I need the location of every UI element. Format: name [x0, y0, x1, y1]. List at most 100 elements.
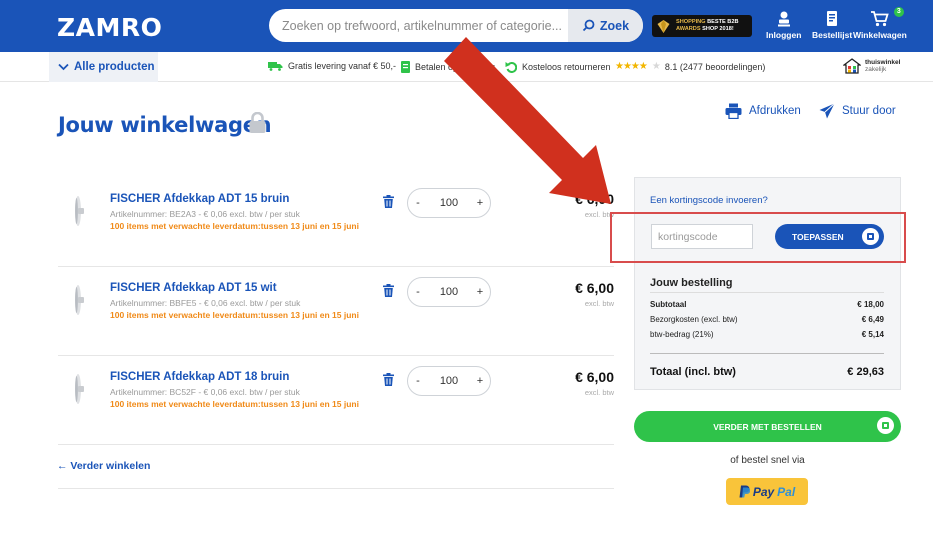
- product-image[interactable]: [58, 188, 98, 234]
- checkout-button[interactable]: VERDER MET BESTELLEN: [634, 411, 901, 442]
- truck-icon: [268, 62, 283, 71]
- usp-invoice-text: Betalen op rekening: [415, 62, 496, 72]
- product-image[interactable]: [58, 277, 98, 323]
- quantity-input[interactable]: [428, 286, 470, 298]
- thuiswinkel-house-icon: [843, 58, 861, 74]
- product-name-link[interactable]: FISCHER Afdekkap ADT 15 bruin: [110, 193, 289, 205]
- checkout-label: VERDER MET BESTELLEN: [713, 421, 822, 432]
- login-label: Inloggen: [766, 30, 802, 40]
- trash-icon[interactable]: [383, 195, 394, 208]
- total-row: Totaal (incl. btw) € 29,63: [650, 366, 884, 378]
- product-article-number: Artikelnummer: BE2A3 - € 0,06 excl. btw …: [110, 209, 300, 219]
- paypal-pal-text: Pal: [777, 484, 796, 499]
- cart-row: FISCHER Afdekkap ADT 15 wit Artikelnumme…: [58, 267, 614, 356]
- coupon-code-link[interactable]: Een kortingscode invoeren?: [650, 195, 768, 206]
- quantity-increase-button[interactable]: +: [470, 286, 490, 298]
- vat-label: btw-bedrag (21%): [650, 330, 714, 339]
- rating-text: 8.1 (2477 beoordelingen): [664, 61, 766, 72]
- usp-free-delivery-text: Gratis levering vanaf € 50,-: [288, 61, 397, 71]
- cart-row: FISCHER Afdekkap ADT 15 bruin Artikelnum…: [58, 178, 614, 267]
- product-delivery-note: 100 items met verwachte leverdatum:tusse…: [110, 310, 359, 320]
- trash-icon[interactable]: [383, 373, 394, 386]
- shopping-awards-badge: SHOPPING BESTE B2B AWARDS SHOP 2018!: [652, 15, 752, 37]
- cart-row: FISCHER Afdekkap ADT 18 bruin Artikelnum…: [58, 356, 614, 445]
- order-summary-title: Jouw bestelling: [650, 277, 733, 289]
- quantity-stepper: - +: [407, 277, 491, 307]
- print-button[interactable]: Afdrukken: [725, 103, 801, 119]
- award-shopping-text: SHOPPING: [676, 19, 706, 25]
- quantity-increase-button[interactable]: +: [470, 375, 490, 387]
- product-price-note: excl. btw: [584, 388, 614, 397]
- site-header: ZAMRO Zoek SHOPPING BESTE B2B AWARDS SHO…: [0, 0, 933, 52]
- usp-invoice: Betalen op rekening: [401, 61, 495, 73]
- search-button[interactable]: Zoek: [568, 9, 643, 42]
- send-label: Stuur door: [842, 105, 896, 117]
- thuiswinkel-sub-text: zakelijk: [865, 66, 887, 73]
- product-delivery-note: 100 items met verwachte leverdatum:tusse…: [110, 399, 359, 409]
- shipping-value: € 6,49: [861, 315, 884, 324]
- award-awards-text: AWARDS: [676, 26, 701, 32]
- product-name-link[interactable]: FISCHER Afdekkap ADT 18 bruin: [110, 371, 289, 383]
- paypal-icon: [739, 485, 750, 498]
- paypal-pay-text: Pay: [752, 484, 775, 499]
- quantity-decrease-button[interactable]: -: [408, 375, 428, 387]
- lock-icon: [249, 112, 266, 133]
- diamond-icon: [657, 19, 670, 33]
- order-list-link[interactable]: Bestellijst: [812, 10, 852, 40]
- cart-link[interactable]: 3 Winkelwagen: [853, 7, 907, 40]
- rating: ★★★★ ★ 8.1 (2477 beoordelingen): [615, 61, 765, 72]
- search-input[interactable]: [269, 9, 567, 42]
- thuiswinkel-text: thuiswinkel: [865, 59, 901, 66]
- continue-shopping-link[interactable]: ← Verder winkelen: [57, 460, 150, 472]
- subtotal-row: Subtotaal € 18,00: [650, 300, 884, 309]
- vat-row: btw-bedrag (21%) € 5,14: [650, 330, 884, 339]
- product-price: € 6,00: [575, 280, 614, 296]
- cart-count-badge: 3: [893, 7, 904, 17]
- user-icon: [777, 11, 790, 27]
- product-article-number: Artikelnummer: BC52F - € 0,06 excl. btw …: [110, 387, 300, 397]
- cover-cap-icon: [75, 374, 84, 404]
- product-price-note: excl. btw: [584, 299, 614, 308]
- login-link[interactable]: Inloggen: [766, 10, 801, 40]
- send-button[interactable]: Stuur door: [819, 103, 896, 119]
- cover-cap-icon: [75, 196, 84, 226]
- thuiswinkel-badge: thuiswinkel zakelijk: [843, 58, 900, 74]
- usp-bar: Alle producten Gratis levering vanaf € 5…: [0, 52, 933, 82]
- trash-icon[interactable]: [383, 284, 394, 297]
- chevron-down-icon: [58, 63, 69, 71]
- page-title: Jouw winkelwagen: [58, 113, 272, 137]
- product-article-number: Artikelnummer: BBFE5 - € 0,06 excl. btw …: [110, 298, 301, 308]
- cover-cap-icon: [75, 285, 84, 315]
- all-products-menu[interactable]: Alle producten: [49, 52, 158, 82]
- usp-returns: Kosteloos retourneren: [505, 61, 611, 73]
- product-delivery-note: 100 items met verwachte leverdatum:tusse…: [110, 221, 359, 231]
- product-image[interactable]: [58, 366, 98, 412]
- quantity-decrease-button[interactable]: -: [408, 197, 428, 209]
- product-name-link[interactable]: FISCHER Afdekkap ADT 15 wit: [110, 282, 277, 294]
- search-bar: Zoek: [269, 9, 643, 42]
- quantity-stepper: - +: [407, 188, 491, 218]
- award-best-text: BESTE B2B: [707, 19, 739, 25]
- cart-label: Winkelwagen: [853, 30, 907, 40]
- product-price: € 6,00: [575, 191, 614, 207]
- zamro-logo[interactable]: ZAMRO: [57, 13, 162, 42]
- subtotal-label: Subtotaal: [650, 300, 687, 309]
- usp-returns-text: Kosteloos retourneren: [522, 62, 611, 72]
- fast-checkout-text: of bestel snel via: [730, 455, 805, 466]
- return-arrow-icon: [505, 62, 517, 73]
- quantity-input[interactable]: [428, 375, 470, 387]
- total-value: € 29,63: [847, 366, 884, 378]
- award-year-text: SHOP 2018!: [702, 26, 734, 32]
- rating-star-empty: ★: [651, 61, 661, 72]
- paper-plane-icon: [819, 103, 835, 119]
- order-list-label: Bestellijst: [812, 30, 853, 40]
- annotation-highlight-box: [610, 212, 906, 263]
- clipboard-list-icon: [827, 11, 838, 26]
- total-label: Totaal (incl. btw): [650, 366, 736, 378]
- quantity-increase-button[interactable]: +: [470, 197, 490, 209]
- divider: [58, 488, 614, 489]
- search-icon: [582, 19, 595, 32]
- quantity-input[interactable]: [428, 197, 470, 209]
- paypal-button[interactable]: Pay Pal: [726, 478, 808, 505]
- quantity-decrease-button[interactable]: -: [408, 286, 428, 298]
